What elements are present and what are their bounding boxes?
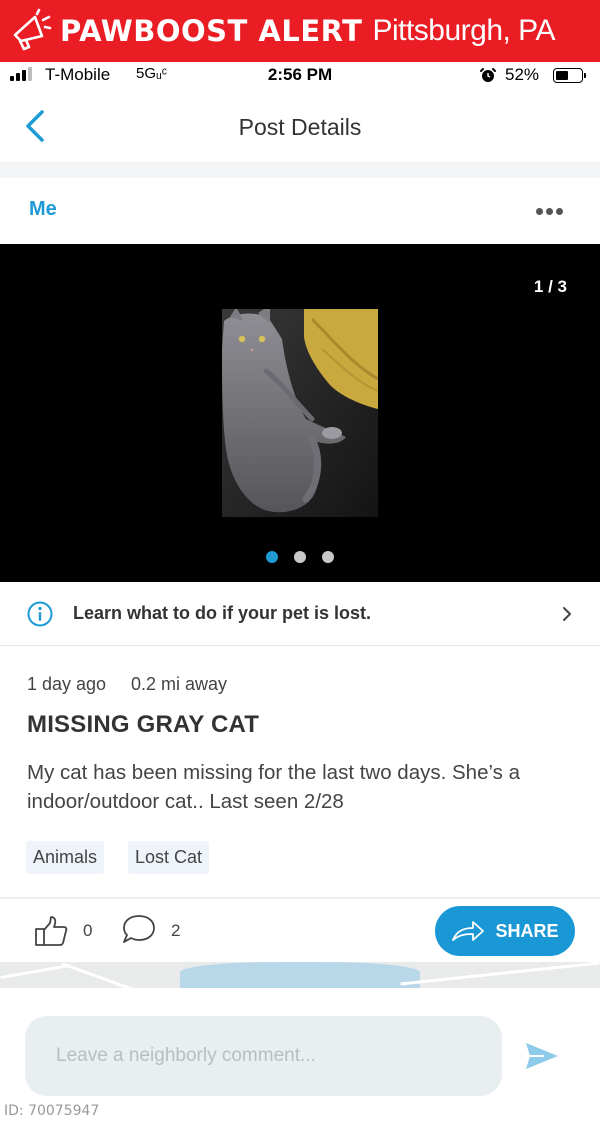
tag-animals[interactable]: Animals — [26, 841, 105, 874]
page-title: Post Details — [238, 114, 362, 140]
gallery-pagination[interactable] — [0, 551, 600, 563]
post-body: My cat has been missing for the last two… — [27, 761, 521, 813]
battery-icon — [553, 68, 586, 83]
alert-brand: PAWBOOST ALERT — [60, 14, 363, 48]
share-arrow-icon — [452, 921, 485, 941]
send-icon[interactable] — [524, 1040, 560, 1072]
alarm-icon — [480, 68, 496, 82]
post-time: 1 day ago — [27, 674, 107, 694]
comment-count: 2 — [171, 921, 181, 940]
ellipsis-icon — [536, 208, 543, 215]
nav-divider — [0, 162, 600, 178]
nav-bar: Post Details — [0, 90, 600, 162]
alert-banner: PAWBOOST ALERT Pittsburgh, PA — [0, 0, 600, 62]
more-options-button[interactable] — [536, 208, 563, 215]
gallery-dot[interactable] — [294, 551, 306, 563]
photo-gallery[interactable]: 1 / 3 — [0, 244, 600, 582]
megaphone-icon — [13, 8, 52, 51]
actions-divider — [0, 897, 600, 899]
gallery-dot[interactable] — [266, 551, 278, 563]
gallery-counter: 1 / 3 — [533, 277, 567, 296]
post-distance: 0.2 mi away — [131, 674, 228, 694]
like-count: 0 — [83, 921, 93, 940]
status-bar: T-Mobile 5Gᵤᶜ 2:56 PM 52% — [0, 62, 600, 90]
map-preview[interactable] — [0, 962, 600, 988]
alert-location: Pittsburgh, PA — [372, 14, 555, 47]
lost-pet-tips-row[interactable]: Learn what to do if your pet is lost. — [0, 582, 600, 646]
tag-lost-cat[interactable]: Lost Cat — [128, 841, 210, 874]
comment-input[interactable] — [25, 1016, 502, 1096]
chevron-right-icon — [563, 607, 571, 621]
author-name[interactable]: Me — [29, 198, 57, 221]
lost-pet-tips-text: Learn what to do if your pet is lost. — [73, 603, 372, 623]
comment-icon[interactable] — [121, 913, 157, 945]
thumbs-up-icon[interactable] — [34, 915, 68, 947]
battery-percent: 52% — [505, 65, 540, 84]
gallery-dot[interactable] — [322, 551, 334, 563]
info-icon — [27, 601, 53, 627]
share-label: SHARE — [495, 920, 559, 941]
author-row: Me — [0, 178, 600, 244]
image-id: ID: 70075947 — [4, 1103, 100, 1119]
share-button[interactable]: SHARE — [435, 906, 575, 956]
post-title: MISSING GRAY CAT — [27, 711, 260, 738]
cat-photo[interactable] — [222, 309, 378, 517]
